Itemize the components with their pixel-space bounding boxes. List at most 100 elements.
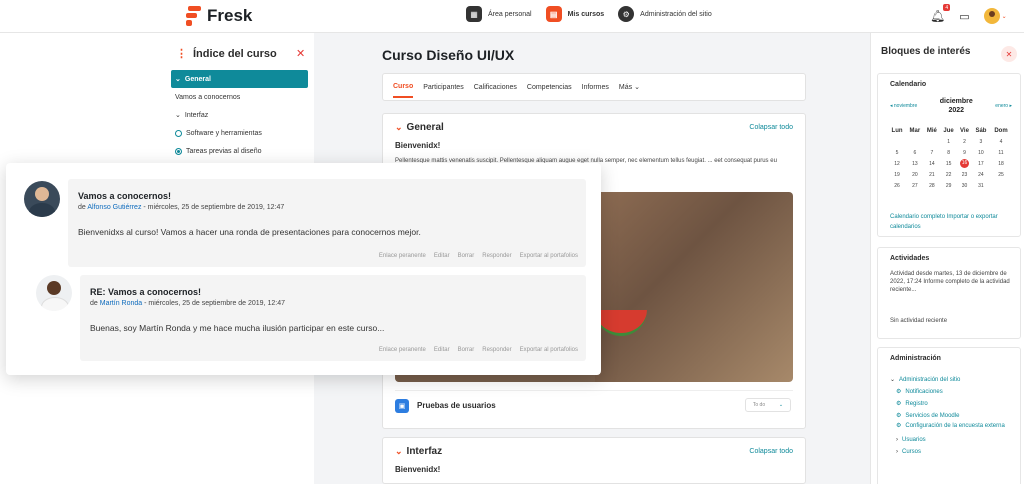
todo-dropdown[interactable]: To do ⌄ <box>745 398 791 412</box>
calendar-day[interactable]: 30 <box>957 180 972 191</box>
nav-item-dashboard[interactable]: ▦ Área personal <box>466 6 532 22</box>
admin-item-label: Servicios de Moodle <box>905 413 960 419</box>
reply-link[interactable]: Responder <box>482 253 511 259</box>
calendar-day[interactable]: 28 <box>924 180 940 191</box>
calendar-day[interactable]: 22 <box>940 169 957 180</box>
calendar-day[interactable]: 1 <box>940 136 957 147</box>
chevron-down-icon: ⌄ <box>395 446 403 456</box>
close-icon[interactable]: ✕ <box>1001 46 1017 62</box>
post-subject: RE: Vamos a conocernos! <box>90 287 202 297</box>
calendar-day[interactable]: 14 <box>924 158 940 169</box>
calendar-prev-link[interactable]: ◂ noviembre <box>890 103 917 109</box>
chevron-down-icon: ⌄ <box>778 402 784 408</box>
calendar-day[interactable]: 25 <box>990 169 1012 180</box>
calendar-day[interactable]: 18 <box>990 158 1012 169</box>
permalink-link[interactable]: Enlace peranente <box>379 347 426 353</box>
tab-calificaciones[interactable]: Calificaciones <box>474 84 517 91</box>
calendar-day[interactable]: 5 <box>888 147 906 158</box>
section-header[interactable]: ⌄ Interfaz <box>395 446 442 457</box>
tab-curso[interactable]: Curso <box>393 77 414 98</box>
calendar-day[interactable]: 15 <box>940 158 957 169</box>
calendar-day[interactable]: 19 <box>888 169 906 180</box>
index-item-software[interactable]: Software y herramientas <box>171 124 308 142</box>
index-item-vamos[interactable]: Vamos a conocernos <box>171 88 308 106</box>
full-calendar-link[interactable]: Calendario completo <box>890 214 945 220</box>
tab-mas[interactable]: Más ⌄ <box>619 83 640 91</box>
calendar-day[interactable]: 29 <box>940 180 957 191</box>
tab-participantes[interactable]: Participantes <box>423 84 463 91</box>
notifications-button[interactable]: 🔔︎ 4 <box>930 4 951 23</box>
calendar-day[interactable]: 12 <box>888 158 906 169</box>
admin-item-usuarios[interactable]: › Usuarios <box>890 434 1018 446</box>
permalink-link[interactable]: Enlace peranente <box>379 253 426 259</box>
calendar-day[interactable]: 26 <box>888 180 906 191</box>
admin-item-cursos[interactable]: › Cursos <box>890 446 1018 458</box>
calendar-day[interactable]: 23 <box>957 169 972 180</box>
calendar-day[interactable]: 27 <box>906 180 924 191</box>
calendar-day[interactable]: 10 <box>972 147 990 158</box>
tab-competencias[interactable]: Competencias <box>527 84 572 91</box>
courses-icon: ▤ <box>545 6 562 22</box>
calendar-day[interactable]: 4 <box>990 136 1012 147</box>
block-title: Actividades <box>890 255 930 262</box>
edit-link[interactable]: Editar <box>434 347 450 353</box>
delete-link[interactable]: Borrar <box>458 253 475 259</box>
reply-link[interactable]: Responder <box>482 347 511 353</box>
calendar-next-link[interactable]: enero ▸ <box>995 103 1012 109</box>
admin-item-registro[interactable]: ⚙ Registro <box>890 398 1018 410</box>
index-item-general[interactable]: ⌄ General <box>171 70 308 88</box>
tab-informes[interactable]: Informes <box>582 84 609 91</box>
calendar-week: 5 6 7 8 9 10 11 <box>888 147 1012 158</box>
calendar-day[interactable]: 21 <box>924 169 940 180</box>
edit-link[interactable]: Editar <box>434 253 450 259</box>
page-title: Curso Diseño UI/UX <box>382 47 515 63</box>
gear-icon: ⚙ <box>896 401 902 407</box>
calendar-day[interactable]: 13 <box>906 158 924 169</box>
user-menu[interactable]: ⌄ <box>983 8 1007 24</box>
delete-link[interactable]: Borrar <box>458 347 475 353</box>
nav-item-my-courses[interactable]: ▤ Mis cursos <box>545 6 604 22</box>
brand-logo[interactable]: Fresk <box>186 6 252 26</box>
index-item-tareas[interactable]: Tareas previas al diseño <box>171 142 308 160</box>
index-item-label: Vamos a conocernos <box>175 93 241 101</box>
calendar-day[interactable]: 20 <box>906 169 924 180</box>
admin-item-servicios[interactable]: ⚙ Servicios de Moodle <box>890 410 1018 422</box>
chevron-down-icon: ⌄ <box>634 84 640 91</box>
assignment-icon: ▣ <box>395 398 409 413</box>
post-body: Buenas, soy Martín Ronda y me hace mucha… <box>90 323 385 333</box>
calendar-day[interactable]: 24 <box>972 169 990 180</box>
calendar-day[interactable]: 16 <box>957 158 972 169</box>
calendar-day[interactable]: 31 <box>972 180 990 191</box>
calendar-day[interactable]: 11 <box>990 147 1012 158</box>
kebab-icon[interactable]: ⋮ <box>176 47 187 60</box>
export-portfolio-link[interactable]: Exportar al portafolios <box>520 253 578 259</box>
calendar-day[interactable]: 6 <box>906 147 924 158</box>
author-link[interactable]: Alfonso Gutiérrez <box>87 204 141 211</box>
close-icon[interactable]: ✕ <box>296 47 305 60</box>
collapse-all-link[interactable]: Colapsar todo <box>749 124 793 131</box>
collapse-all-link[interactable]: Colapsar todo <box>749 448 793 455</box>
calendar-nav: ◂ noviembre diciembre 2022 enero ▸ <box>890 97 1012 115</box>
calendar-day[interactable]: 3 <box>972 136 990 147</box>
messages-icon[interactable]: ▭ <box>959 10 969 23</box>
section-header[interactable]: ⌄ General <box>395 122 444 133</box>
index-item-interfaz[interactable]: ⌄ Interfaz <box>171 106 308 124</box>
dashboard-icon: ▦ <box>466 6 482 22</box>
admin-item-label: Notificaciones <box>905 389 943 395</box>
calendar-day[interactable]: 17 <box>972 158 990 169</box>
completion-done-icon <box>175 147 182 155</box>
author-link[interactable]: Martín Ronda <box>100 300 142 307</box>
admin-item-notificaciones[interactable]: ⚙ Notificaciones <box>890 386 1018 398</box>
admin-item-encuesta[interactable]: ⚙ Configuración de la encuesta externa <box>890 422 1018 431</box>
calendar-day[interactable]: 9 <box>957 147 972 158</box>
calendar-day[interactable]: 8 <box>940 147 957 158</box>
weekday-header: Mar <box>909 128 921 134</box>
activity-pruebas[interactable]: ▣ Pruebas de usuarios To do ⌄ <box>395 390 793 414</box>
nav-item-site-admin[interactable]: ⚙ Administración del sitio <box>618 6 712 22</box>
calendar-day[interactable]: 7 <box>924 147 940 158</box>
weekday-header: Vie <box>960 128 969 134</box>
admin-root[interactable]: ⌄ Administración del sitio <box>890 374 1018 386</box>
calendar-day[interactable]: 2 <box>957 136 972 147</box>
export-portfolio-link[interactable]: Exportar al portafolios <box>520 347 578 353</box>
admin-item-label: Usuarios <box>902 437 926 443</box>
